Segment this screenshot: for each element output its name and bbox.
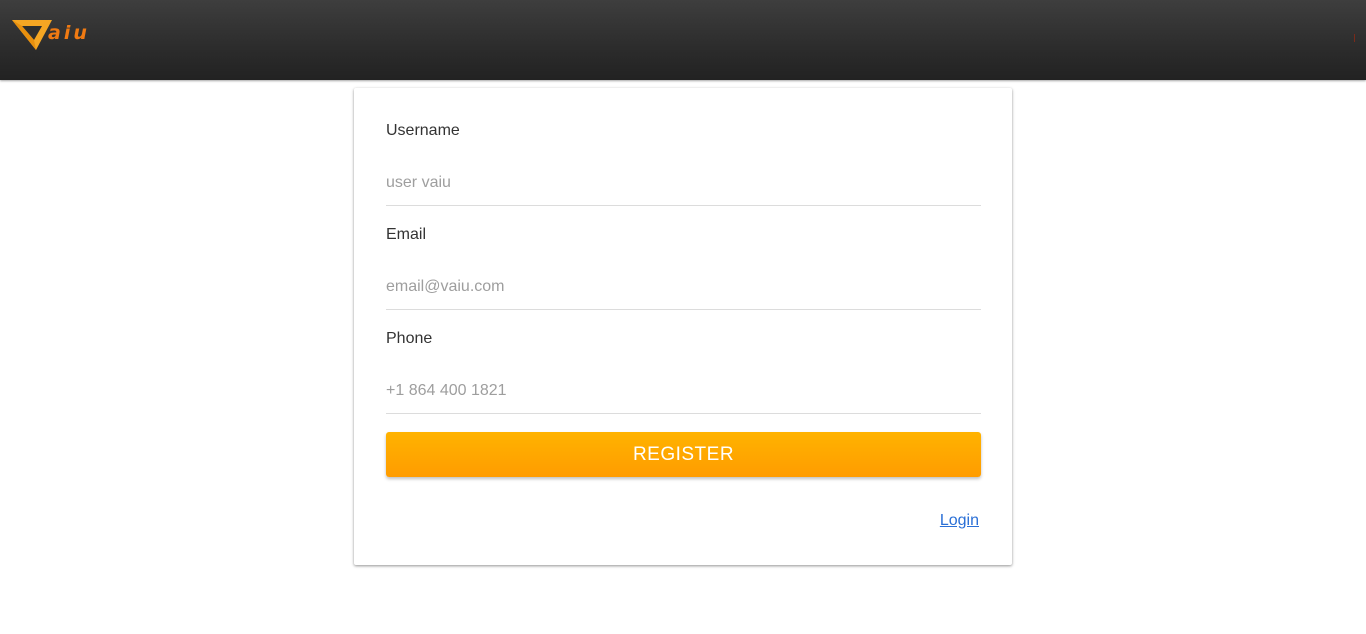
phone-input[interactable]: [386, 368, 981, 414]
username-field: Username: [386, 88, 981, 206]
username-label: Username: [386, 122, 460, 139]
phone-field: Phone: [386, 296, 981, 414]
email-label: Email: [386, 226, 427, 243]
login-link[interactable]: Login: [940, 512, 979, 530]
vaiu-logo[interactable]: aiu: [10, 17, 100, 53]
top-navigation-bar: aiu: [0, 0, 1366, 80]
header-divider: [1354, 34, 1355, 42]
phone-label: Phone: [386, 330, 433, 347]
register-card: Username Email Phone REGISTER Login: [354, 88, 1012, 565]
register-button[interactable]: REGISTER: [386, 432, 981, 477]
logo-text: aiu: [48, 22, 90, 44]
email-field: Email: [386, 192, 981, 310]
